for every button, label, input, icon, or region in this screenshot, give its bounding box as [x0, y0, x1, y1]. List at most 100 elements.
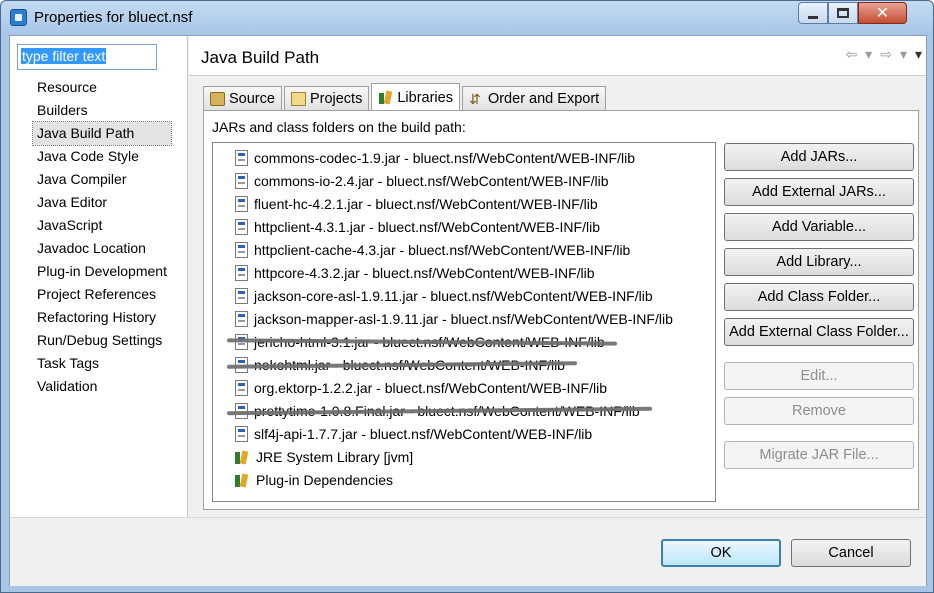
entry-label: JRE System Library [jvm] — [256, 448, 414, 465]
properties-dialog: Properties for bluect.nsf ✕ type filter … — [0, 0, 934, 593]
sidebar-item-run-debug-settings[interactable]: Run/Debug Settings — [33, 329, 171, 352]
jar-entry[interactable]: jackson-core-asl-1.9.11.jar - bluect.nsf… — [235, 284, 653, 307]
jar-entry[interactable]: org.ektorp-1.2.2.jar - bluect.nsf/WebCon… — [235, 376, 607, 399]
forward-menu-icon[interactable]: ▾ — [900, 46, 907, 63]
title-bar[interactable]: Properties for bluect.nsf ✕ — [1, 1, 933, 35]
tab-source[interactable]: Source — [203, 86, 282, 111]
libraries-tab-panel: JARs and class folders on the build path… — [203, 110, 919, 510]
sidebar-item-refactoring-history[interactable]: Refactoring History — [33, 306, 171, 329]
filter-placeholder: type filter text — [21, 48, 107, 64]
sidebar-item-java-code-style[interactable]: Java Code Style — [33, 145, 171, 168]
sidebar-item-validation[interactable]: Validation — [33, 375, 171, 398]
properties-nav-list: Resource Builders Java Build Path Java Code… — [32, 76, 172, 398]
jar-file-icon — [235, 241, 248, 258]
dialog-client-area: type filter text Resource Builders Java Bu… — [9, 35, 927, 586]
entry-label: fluent-hc-4.2.1.jar - bluect.nsf/WebCont… — [254, 195, 598, 212]
back-arrow-icon[interactable]: ⇦ — [845, 46, 857, 63]
migrate-jar-button[interactable]: Migrate JAR File... — [724, 441, 914, 469]
jar-file-icon — [235, 149, 248, 166]
jar-entry[interactable]: httpclient-cache-4.3.jar - bluect.nsf/We… — [235, 238, 630, 261]
build-path-tabs: Source Projects Libraries ⇵ Order and Ex… — [203, 82, 608, 112]
tab-projects[interactable]: Projects — [283, 86, 370, 111]
dialog-footer: OK Cancel — [10, 518, 926, 586]
jar-entry[interactable]: commons-io-2.4.jar - bluect.nsf/WebConte… — [235, 169, 609, 192]
edit-button[interactable]: Edit... — [724, 362, 914, 390]
sidebar-item-builders[interactable]: Builders — [33, 99, 171, 122]
tab-projects-label: Projects — [309, 91, 363, 107]
forward-arrow-icon[interactable]: ⇨ — [880, 46, 892, 63]
entry-label: jackson-mapper-asl-1.9.11.jar - bluect.n… — [254, 310, 673, 327]
remove-button[interactable]: Remove — [724, 397, 914, 425]
page-nav-controls: ⇦ ▾ ⇨ ▾ ▾ — [845, 46, 922, 63]
add-library-button[interactable]: Add Library... — [724, 248, 914, 276]
add-class-folder-button[interactable]: Add Class Folder... — [724, 283, 914, 311]
entry-label: org.ektorp-1.2.2.jar - bluect.nsf/WebCon… — [254, 379, 607, 396]
eclipse-properties-icon — [10, 9, 27, 26]
minimize-button[interactable] — [798, 2, 828, 24]
jar-entry[interactable]: fluent-hc-4.2.1.jar - bluect.nsf/WebCont… — [235, 192, 598, 215]
jar-file-icon — [235, 218, 248, 235]
library-icon — [235, 473, 250, 487]
jar-file-icon — [235, 287, 248, 304]
entry-label: jackson-core-asl-1.9.11.jar - bluect.nsf… — [254, 287, 653, 304]
add-variable-button[interactable]: Add Variable... — [724, 213, 914, 241]
add-jars-button[interactable]: Add JARs... — [724, 143, 914, 171]
sidebar-item-project-references[interactable]: Project References — [33, 283, 171, 306]
sidebar-item-task-tags[interactable]: Task Tags — [33, 352, 171, 375]
jar-file-icon — [235, 264, 248, 281]
sidebar-item-java-compiler[interactable]: Java Compiler — [33, 168, 171, 191]
jar-entry[interactable]: httpclient-4.3.1.jar - bluect.nsf/WebCon… — [235, 215, 600, 238]
minimize-icon — [808, 15, 818, 19]
entry-label: httpclient-4.3.1.jar - bluect.nsf/WebCon… — [254, 218, 600, 235]
entry-label: httpcore-4.3.2.jar - bluect.nsf/WebConte… — [254, 264, 595, 281]
add-external-class-folder-button[interactable]: Add External Class Folder... — [724, 318, 914, 346]
jar-entry[interactable]: httpcore-4.3.2.jar - bluect.nsf/WebConte… — [235, 261, 595, 284]
sidebar-item-plug-in-development[interactable]: Plug-in Development — [33, 260, 171, 283]
library-icon — [235, 450, 250, 464]
library-entry[interactable]: Plug-in Dependencies — [235, 468, 393, 491]
close-button[interactable]: ✕ — [858, 2, 907, 24]
entry-label: commons-codec-1.9.jar - bluect.nsf/WebCo… — [254, 149, 635, 166]
back-menu-icon[interactable]: ▾ — [865, 46, 872, 63]
entry-label: commons-io-2.4.jar - bluect.nsf/WebConte… — [254, 172, 609, 189]
tab-libraries[interactable]: Libraries — [371, 83, 460, 112]
sidebar-item-java-editor[interactable]: Java Editor — [33, 191, 171, 214]
ok-button[interactable]: OK — [661, 539, 781, 567]
project-icon — [290, 92, 306, 106]
sidebar-item-javascript[interactable]: JavaScript — [33, 214, 171, 237]
order-export-icon: ⇵ — [468, 91, 481, 107]
filter-input[interactable]: type filter text — [17, 44, 157, 70]
close-icon: ✕ — [875, 5, 890, 22]
library-list[interactable]: commons-codec-1.9.jar - bluect.nsf/WebCo… — [212, 142, 716, 502]
libraries-heading: JARs and class folders on the build path… — [212, 119, 466, 135]
sidebar-item-javadoc-location[interactable]: Javadoc Location — [33, 237, 171, 260]
tab-order-and-export-label: Order and Export — [487, 91, 600, 107]
library-icon — [378, 91, 393, 105]
jar-file-icon — [235, 379, 248, 396]
entry-label: slf4j-api-1.7.7.jar - bluect.nsf/WebCont… — [254, 425, 593, 442]
jar-file-icon — [235, 425, 248, 442]
page-title: Java Build Path — [201, 48, 320, 67]
properties-nav-pane: type filter text Resource Builders Java Bu… — [10, 36, 188, 517]
cancel-button[interactable]: Cancel — [791, 539, 911, 567]
sidebar-item-resource[interactable]: Resource — [33, 76, 171, 99]
add-external-jars-button[interactable]: Add External JARs... — [724, 178, 914, 206]
maximize-icon — [837, 8, 849, 18]
jar-entry[interactable]: jackson-mapper-asl-1.9.11.jar - bluect.n… — [235, 307, 673, 330]
source-folder-icon — [210, 92, 225, 106]
tab-order-and-export[interactable]: ⇵ Order and Export — [461, 86, 607, 111]
library-entry[interactable]: JRE System Library [jvm] — [235, 445, 413, 468]
entry-label: Plug-in Dependencies — [256, 471, 393, 488]
jar-entry[interactable]: slf4j-api-1.7.7.jar - bluect.nsf/WebCont… — [235, 422, 592, 445]
view-menu-icon[interactable]: ▾ — [915, 46, 922, 63]
jar-file-icon — [235, 310, 248, 327]
sidebar-item-java-build-path[interactable]: Java Build Path — [32, 121, 172, 146]
jar-file-icon — [235, 172, 248, 189]
property-page: Java Build Path ⇦ ▾ ⇨ ▾ ▾ Source Project… — [189, 36, 926, 517]
maximize-button[interactable] — [828, 2, 858, 24]
jar-entry[interactable]: commons-codec-1.9.jar - bluect.nsf/WebCo… — [235, 146, 635, 169]
window-title: Properties for bluect.nsf — [34, 9, 193, 26]
page-header: Java Build Path ⇦ ▾ ⇨ ▾ ▾ — [189, 36, 926, 76]
entry-label: httpclient-cache-4.3.jar - bluect.nsf/We… — [254, 241, 631, 258]
jar-file-icon — [235, 195, 248, 212]
